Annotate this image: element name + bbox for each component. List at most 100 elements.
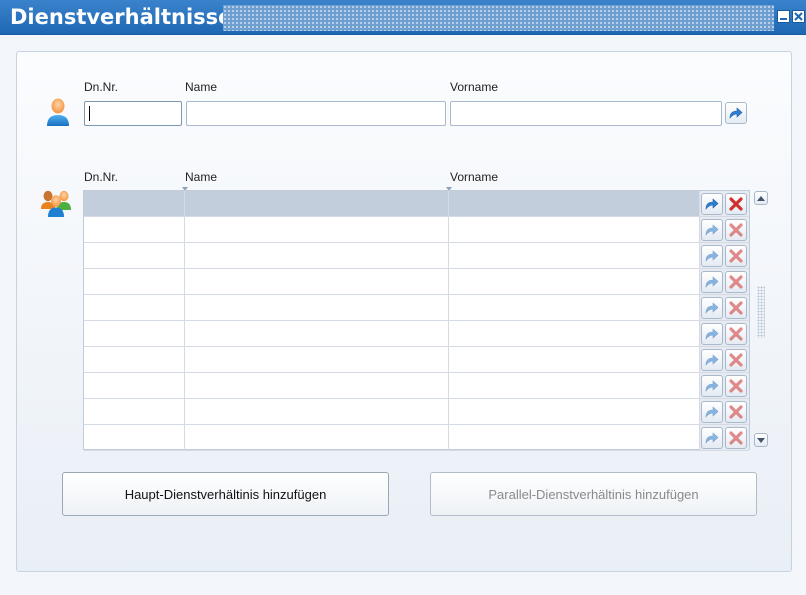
table-row[interactable]: [84, 321, 749, 347]
delete-x-icon: [729, 431, 743, 445]
search-vorname-input[interactable]: [450, 101, 722, 126]
table-row[interactable]: [84, 217, 749, 243]
scroll-down-button[interactable]: [754, 433, 768, 447]
add-main-employment-button[interactable]: Haupt-Dienstverhältinis hinzufügen: [62, 472, 389, 516]
table-header-dn-nr[interactable]: Dn.Nr.: [84, 170, 118, 184]
delete-x-icon: [729, 353, 743, 367]
row-open-button[interactable]: [701, 375, 723, 397]
row-delete-button[interactable]: [725, 427, 747, 449]
table-cell-vorname[interactable]: [449, 373, 700, 398]
row-open-button[interactable]: [701, 271, 723, 293]
table-cell-vorname[interactable]: [449, 399, 700, 424]
table-row[interactable]: [84, 373, 749, 399]
table-cell-name[interactable]: [185, 399, 449, 424]
table-scrollbar[interactable]: [753, 190, 769, 448]
table-cell-vorname[interactable]: [449, 269, 700, 294]
scroll-thumb[interactable]: [757, 286, 765, 338]
search-dn-nr-input[interactable]: [84, 101, 182, 126]
row-actions: [700, 425, 749, 450]
table-cell-vorname[interactable]: [449, 321, 700, 346]
close-button[interactable]: [792, 10, 805, 23]
row-open-button[interactable]: [701, 349, 723, 371]
table-cell-vorname[interactable]: [449, 295, 700, 320]
table-row[interactable]: [84, 191, 749, 217]
table-cell-dn-nr[interactable]: [84, 191, 185, 216]
chevron-down-icon: [757, 437, 765, 443]
search-go-button[interactable]: [725, 102, 747, 124]
row-delete-button[interactable]: [725, 375, 747, 397]
close-icon: [794, 12, 803, 21]
table-cell-vorname[interactable]: [449, 217, 700, 242]
table-cell-dn-nr[interactable]: [84, 321, 185, 346]
table-cell-dn-nr[interactable]: [84, 399, 185, 424]
table-cell-name[interactable]: [185, 321, 449, 346]
row-delete-button[interactable]: [725, 401, 747, 423]
row-actions: [700, 399, 749, 424]
table-cell-name[interactable]: [185, 347, 449, 372]
row-actions: [700, 321, 749, 346]
arrow-forward-icon: [705, 380, 719, 392]
table-cell-dn-nr[interactable]: [84, 269, 185, 294]
table-header-name[interactable]: Name: [185, 170, 217, 184]
table-cell-name[interactable]: [185, 191, 449, 216]
row-actions: [700, 347, 749, 372]
table-cell-dn-nr[interactable]: [84, 295, 185, 320]
table-cell-vorname[interactable]: [449, 425, 700, 450]
row-delete-button[interactable]: [725, 271, 747, 293]
table-row[interactable]: [84, 347, 749, 373]
arrow-forward-icon: [705, 276, 719, 288]
add-parallel-employment-button[interactable]: Parallel-Dienstverhältinis hinzufügen: [430, 472, 757, 516]
arrow-forward-icon: [705, 224, 719, 236]
table-cell-dn-nr[interactable]: [84, 425, 185, 450]
table-row[interactable]: [84, 243, 749, 269]
table-cell-name[interactable]: [185, 269, 449, 294]
row-actions: [700, 217, 749, 242]
row-delete-button[interactable]: [725, 323, 747, 345]
search-name-input[interactable]: [186, 101, 446, 126]
row-open-button[interactable]: [701, 219, 723, 241]
table-cell-name[interactable]: [185, 243, 449, 268]
row-open-button[interactable]: [701, 427, 723, 449]
table-cell-name[interactable]: [185, 217, 449, 242]
row-open-button[interactable]: [701, 193, 723, 215]
table-cell-name[interactable]: [185, 295, 449, 320]
delete-x-icon: [729, 379, 743, 393]
table-row[interactable]: [84, 425, 749, 451]
table-row[interactable]: [84, 269, 749, 295]
table-row[interactable]: [84, 295, 749, 321]
scroll-up-button[interactable]: [754, 191, 768, 205]
users-group-icon: [41, 190, 71, 217]
delete-x-icon: [729, 405, 743, 419]
search-vorname-label: Vorname: [450, 80, 499, 94]
text-cursor: [89, 106, 90, 121]
row-open-button[interactable]: [701, 323, 723, 345]
table-header-vorname[interactable]: Vorname: [450, 170, 498, 184]
arrow-forward-icon: [705, 328, 719, 340]
table-row[interactable]: [84, 399, 749, 425]
row-actions: [700, 243, 749, 268]
table-cell-dn-nr[interactable]: [84, 217, 185, 242]
title-bar: Dienstverhältnisse: [0, 0, 806, 35]
user-icon: [47, 98, 69, 126]
row-delete-button[interactable]: [725, 297, 747, 319]
table-cell-dn-nr[interactable]: [84, 243, 185, 268]
row-open-button[interactable]: [701, 297, 723, 319]
row-delete-button[interactable]: [725, 245, 747, 267]
table-cell-name[interactable]: [185, 373, 449, 398]
table-cell-dn-nr[interactable]: [84, 347, 185, 372]
row-delete-button[interactable]: [725, 349, 747, 371]
row-delete-button[interactable]: [725, 193, 747, 215]
table-cell-dn-nr[interactable]: [84, 373, 185, 398]
table-cell-name[interactable]: [185, 425, 449, 450]
title-bar-drag-handle[interactable]: [223, 5, 774, 31]
minimize-button[interactable]: [777, 10, 790, 23]
table-cell-vorname[interactable]: [449, 243, 700, 268]
row-delete-button[interactable]: [725, 219, 747, 241]
row-open-button[interactable]: [701, 245, 723, 267]
arrow-forward-icon: [705, 432, 719, 444]
table-cell-vorname[interactable]: [449, 347, 700, 372]
arrow-forward-icon: [705, 406, 719, 418]
row-open-button[interactable]: [701, 401, 723, 423]
arrow-forward-icon: [705, 302, 719, 314]
table-cell-vorname[interactable]: [449, 191, 700, 216]
